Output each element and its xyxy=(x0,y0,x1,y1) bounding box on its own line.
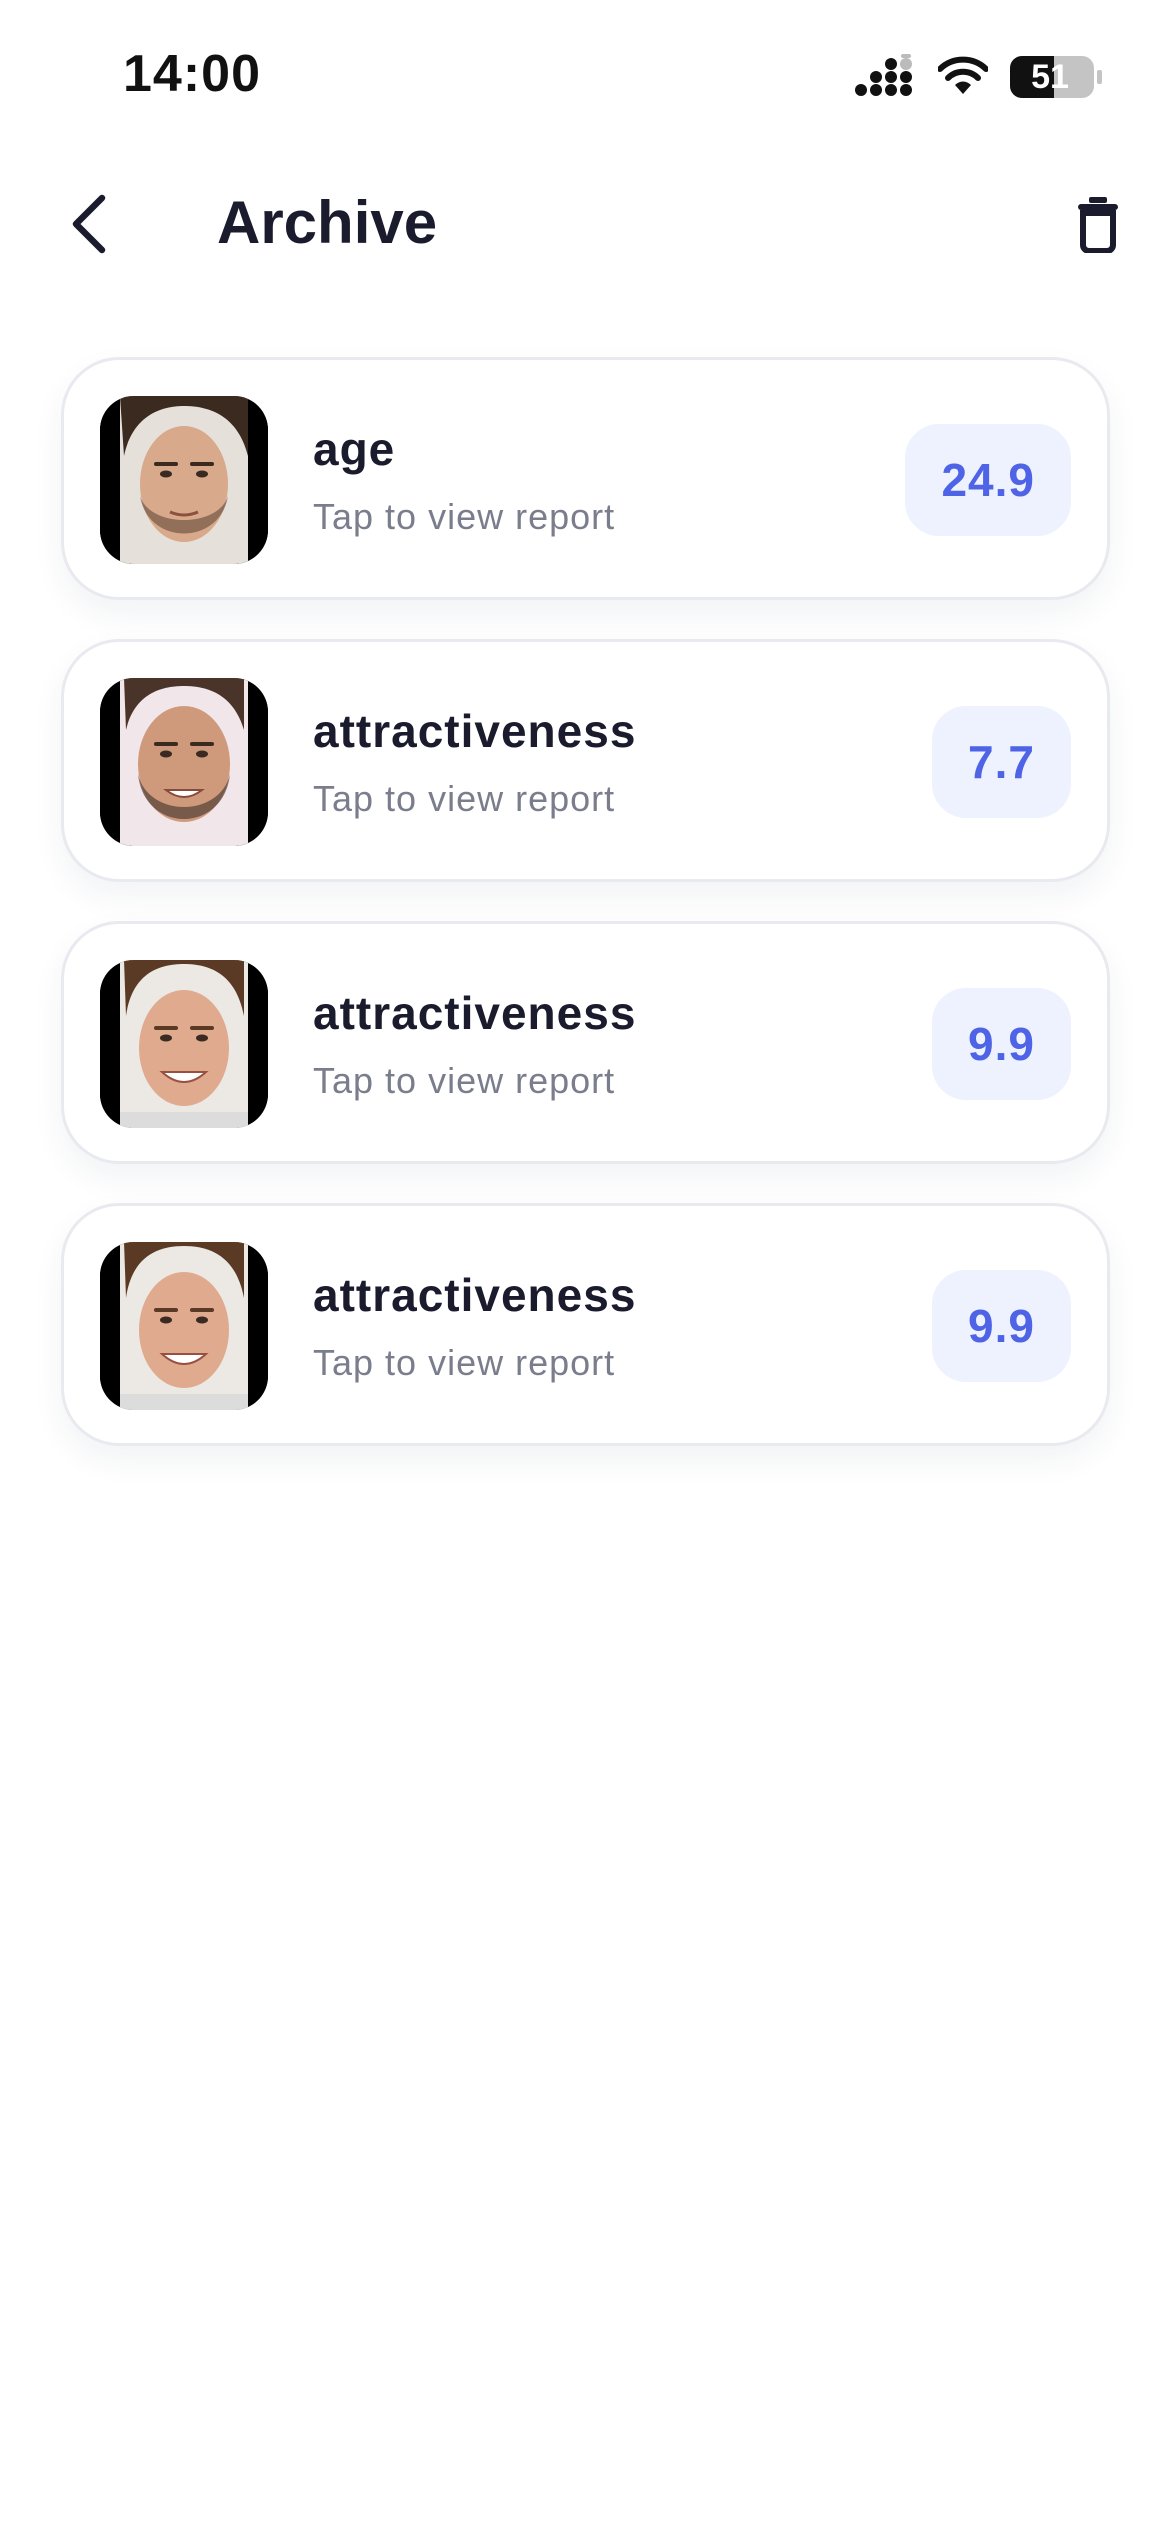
report-subtitle: Tap to view report xyxy=(313,496,616,537)
status-bar: 14:00 51 xyxy=(0,0,1170,150)
report-title: attractiveness xyxy=(313,1269,637,1321)
report-subtitle: Tap to view report xyxy=(313,1342,616,1383)
report-card[interactable]: age Tap to view report 24.9 xyxy=(61,357,1110,600)
face-thumbnail xyxy=(100,678,268,846)
wifi-icon xyxy=(937,56,989,101)
cellular-signal-icon xyxy=(855,54,917,103)
archive-screen: 14:00 51 Archive age Tap to view report … xyxy=(0,0,1170,2532)
report-subtitle: Tap to view report xyxy=(313,1060,616,1101)
face-thumbnail xyxy=(100,396,268,564)
report-title: attractiveness xyxy=(313,987,637,1039)
report-card[interactable]: attractiveness Tap to view report 7.7 xyxy=(61,639,1110,882)
score-badge: 9.9 xyxy=(932,988,1071,1100)
trash-icon xyxy=(1076,195,1120,258)
report-list: age Tap to view report 24.9 attractivene… xyxy=(61,357,1110,1485)
score-badge: 24.9 xyxy=(905,424,1071,536)
status-time: 14:00 xyxy=(123,45,261,103)
chevron-left-icon xyxy=(66,192,110,261)
face-thumbnail xyxy=(100,960,268,1128)
delete-all-button[interactable] xyxy=(1058,186,1138,266)
report-title: attractiveness xyxy=(313,705,637,757)
report-card[interactable]: attractiveness Tap to view report 9.9 xyxy=(61,921,1110,1164)
face-thumbnail xyxy=(100,1242,268,1410)
nav-bar: Archive xyxy=(0,180,1170,270)
score-badge: 9.9 xyxy=(932,1270,1071,1382)
report-card[interactable]: attractiveness Tap to view report 9.9 xyxy=(61,1203,1110,1446)
back-button[interactable] xyxy=(48,186,128,266)
score-badge: 7.7 xyxy=(932,706,1071,818)
battery-level: 51 xyxy=(1031,57,1069,96)
page-title: Archive xyxy=(217,189,438,256)
report-subtitle: Tap to view report xyxy=(313,778,616,819)
report-title: age xyxy=(313,423,396,475)
